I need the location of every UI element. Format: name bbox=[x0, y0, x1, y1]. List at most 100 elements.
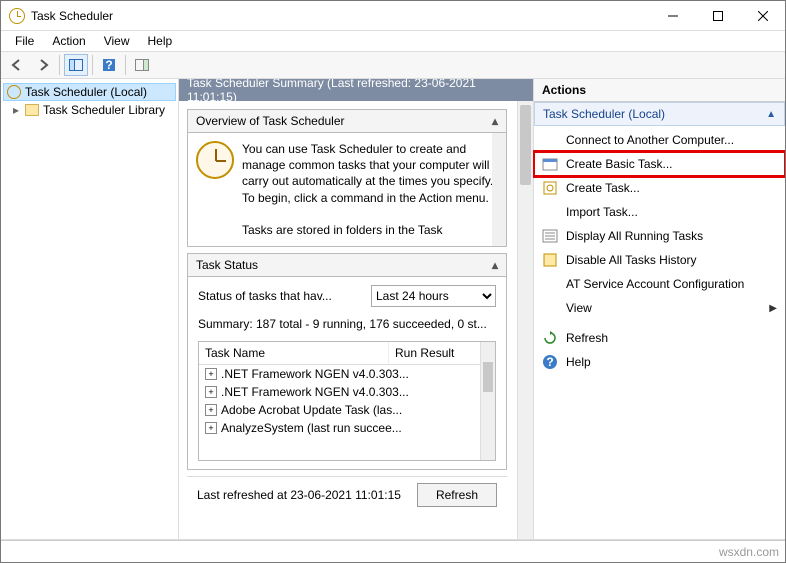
watermark: wsxdn.com bbox=[719, 545, 779, 559]
action-help[interactable]: ? Help bbox=[534, 350, 785, 374]
action-at-service-config[interactable]: AT Service Account Configuration bbox=[534, 272, 785, 296]
actions-list: Connect to Another Computer... Create Ba… bbox=[534, 126, 785, 376]
expand-icon[interactable]: + bbox=[205, 368, 217, 380]
blank-icon bbox=[542, 276, 558, 292]
blank-icon bbox=[542, 300, 558, 316]
action-refresh[interactable]: Refresh bbox=[534, 326, 785, 350]
status-period-select[interactable]: Last 24 hours bbox=[371, 285, 496, 307]
overview-text: You can use Task Scheduler to create and… bbox=[242, 141, 498, 238]
task-status-header[interactable]: Task Status ▴ bbox=[188, 254, 506, 277]
window-title: Task Scheduler bbox=[31, 9, 650, 23]
status-filter-label: Status of tasks that hav... bbox=[198, 289, 363, 303]
submenu-arrow-icon: ▶ bbox=[769, 303, 777, 314]
expand-icon[interactable]: + bbox=[205, 404, 217, 416]
list-icon bbox=[542, 228, 558, 244]
status-summary-text: Summary: 187 total - 9 running, 176 succ… bbox=[198, 317, 496, 331]
main-body: Task Scheduler (Local) ▸ Task Scheduler … bbox=[1, 79, 785, 540]
toolbar-separator bbox=[92, 55, 93, 75]
table-header: Task Name Run Result bbox=[199, 342, 495, 365]
wizard-icon bbox=[542, 156, 558, 172]
title-bar: Task Scheduler bbox=[1, 1, 785, 31]
expand-icon[interactable]: ▸ bbox=[11, 103, 21, 117]
overview-panel: Overview of Task Scheduler ▴ You can use… bbox=[187, 109, 507, 247]
action-disable-history[interactable]: Disable All Tasks History bbox=[534, 248, 785, 272]
action-display-running[interactable]: Display All Running Tasks bbox=[534, 224, 785, 248]
table-row[interactable]: +Adobe Acrobat Update Task (las... bbox=[199, 401, 495, 419]
scrollbar[interactable] bbox=[517, 101, 533, 539]
status-bar: wsxdn.com bbox=[1, 540, 785, 562]
task-status-body: Status of tasks that hav... Last 24 hour… bbox=[188, 277, 506, 469]
clock-icon bbox=[196, 141, 234, 179]
minimize-button[interactable] bbox=[650, 1, 695, 30]
action-import-task[interactable]: Import Task... bbox=[534, 200, 785, 224]
collapse-icon[interactable]: ▴ bbox=[492, 258, 498, 272]
menu-bar: File Action View Help bbox=[1, 31, 785, 51]
scrollbar[interactable] bbox=[492, 133, 506, 246]
actions-context-label: Task Scheduler (Local) bbox=[543, 107, 766, 121]
svg-text:?: ? bbox=[105, 58, 112, 72]
toolbar: ? bbox=[1, 51, 785, 79]
task-icon bbox=[542, 180, 558, 196]
blank-icon bbox=[542, 204, 558, 220]
toolbar-separator bbox=[125, 55, 126, 75]
app-icon bbox=[9, 8, 25, 24]
svg-text:?: ? bbox=[546, 355, 553, 369]
action-pane-button[interactable] bbox=[130, 54, 154, 76]
scrollbar-thumb[interactable] bbox=[520, 105, 531, 185]
help-icon: ? bbox=[542, 354, 558, 370]
menu-view[interactable]: View bbox=[96, 32, 138, 50]
action-view[interactable]: View ▶ bbox=[534, 296, 785, 320]
action-create-task[interactable]: Create Task... bbox=[534, 176, 785, 200]
collapse-icon[interactable]: ▴ bbox=[492, 114, 498, 128]
tree-child-node[interactable]: ▸ Task Scheduler Library bbox=[3, 101, 176, 119]
table-row[interactable]: +AnalyzeSystem (last run succee... bbox=[199, 419, 495, 437]
show-hide-tree-button[interactable] bbox=[64, 54, 88, 76]
action-connect-computer[interactable]: Connect to Another Computer... bbox=[534, 128, 785, 152]
tree-child-label: Task Scheduler Library bbox=[43, 103, 165, 117]
toolbar-separator bbox=[59, 55, 60, 75]
back-button[interactable] bbox=[5, 54, 29, 76]
scrollbar[interactable] bbox=[480, 342, 495, 460]
actions-title: Actions bbox=[534, 79, 785, 102]
folder-icon bbox=[25, 104, 39, 116]
action-create-basic-task[interactable]: Create Basic Task... bbox=[534, 152, 785, 176]
close-button[interactable] bbox=[740, 1, 785, 30]
maximize-button[interactable] bbox=[695, 1, 740, 30]
summary-footer: Last refreshed at 23-06-2021 11:01:15 Re… bbox=[187, 476, 507, 513]
summary-panel: Task Scheduler Summary (Last refreshed: … bbox=[179, 79, 533, 539]
table-row[interactable]: +.NET Framework NGEN v4.0.303... bbox=[199, 365, 495, 383]
table-row[interactable]: +.NET Framework NGEN v4.0.303... bbox=[199, 383, 495, 401]
history-icon bbox=[542, 252, 558, 268]
summary-content: Overview of Task Scheduler ▴ You can use… bbox=[179, 101, 533, 539]
collapse-icon[interactable]: ▲ bbox=[766, 109, 776, 120]
scrollbar-thumb[interactable] bbox=[483, 362, 493, 392]
app-window: Task Scheduler File Action View Help ? T… bbox=[0, 0, 786, 563]
menu-action[interactable]: Action bbox=[44, 32, 93, 50]
forward-button[interactable] bbox=[31, 54, 55, 76]
actions-pane: Actions Task Scheduler (Local) ▲ Connect… bbox=[533, 79, 785, 539]
task-status-title: Task Status bbox=[196, 258, 492, 272]
status-filter-row: Status of tasks that hav... Last 24 hour… bbox=[198, 285, 496, 307]
summary-header: Task Scheduler Summary (Last refreshed: … bbox=[179, 79, 533, 101]
overview-body: You can use Task Scheduler to create and… bbox=[188, 133, 506, 246]
window-buttons bbox=[650, 1, 785, 30]
navigation-tree: Task Scheduler (Local) ▸ Task Scheduler … bbox=[1, 79, 179, 539]
clock-icon bbox=[7, 85, 21, 99]
help-button[interactable]: ? bbox=[97, 54, 121, 76]
menu-file[interactable]: File bbox=[7, 32, 42, 50]
overview-header[interactable]: Overview of Task Scheduler ▴ bbox=[188, 110, 506, 133]
expand-icon[interactable]: + bbox=[205, 422, 217, 434]
tree-root-node[interactable]: Task Scheduler (Local) bbox=[3, 83, 176, 101]
expand-icon[interactable]: + bbox=[205, 386, 217, 398]
refresh-button[interactable]: Refresh bbox=[417, 483, 497, 507]
task-status-panel: Task Status ▴ Status of tasks that hav..… bbox=[187, 253, 507, 470]
last-refreshed-text: Last refreshed at 23-06-2021 11:01:15 bbox=[197, 488, 417, 502]
refresh-icon bbox=[542, 330, 558, 346]
overview-title: Overview of Task Scheduler bbox=[196, 114, 492, 128]
menu-help[interactable]: Help bbox=[140, 32, 181, 50]
task-table: Task Name Run Result +.NET Framework NGE… bbox=[198, 341, 496, 461]
tree-root-label: Task Scheduler (Local) bbox=[25, 85, 147, 99]
col-task-name[interactable]: Task Name bbox=[199, 342, 389, 364]
blank-icon bbox=[542, 132, 558, 148]
actions-context-header[interactable]: Task Scheduler (Local) ▲ bbox=[534, 102, 785, 126]
